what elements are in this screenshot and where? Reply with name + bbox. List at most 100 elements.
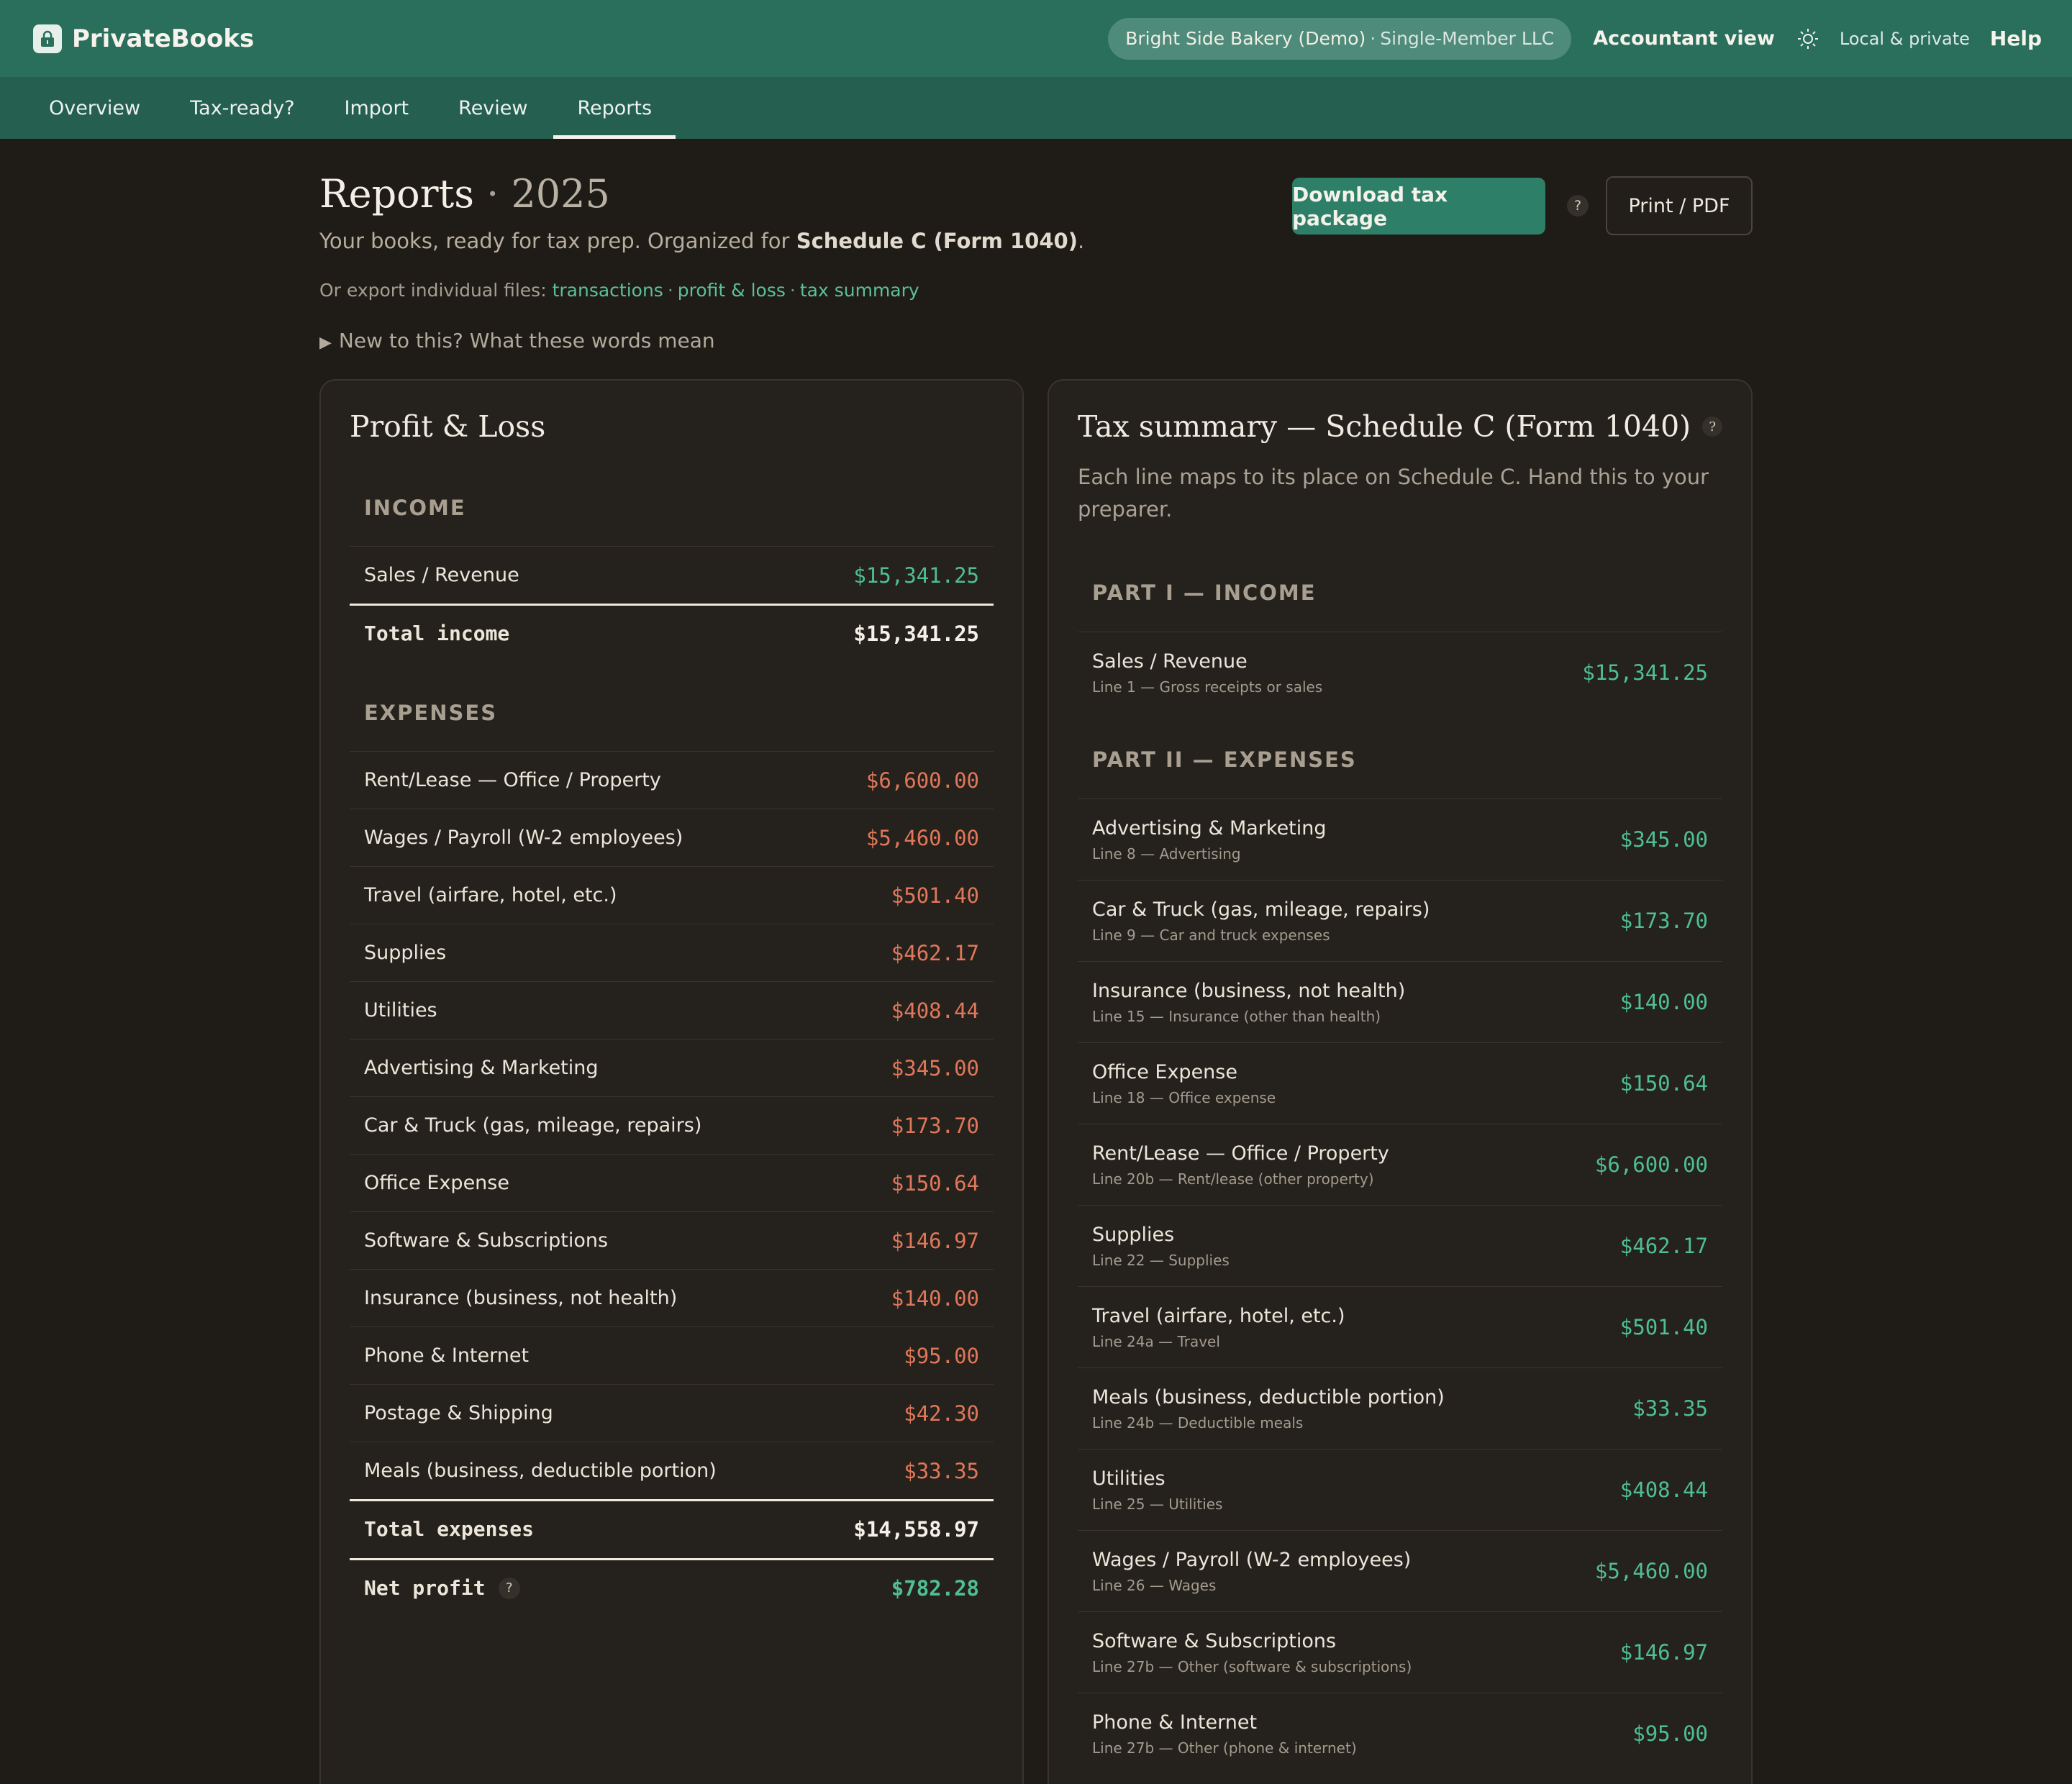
export-tax-summary-link[interactable]: tax summary [800, 280, 919, 301]
part2-label: PART II — EXPENSES [1092, 747, 1357, 772]
glossary-toggle[interactable]: ▶ New to this? What these words mean [319, 329, 715, 352]
tax-line-amount: $6,600.00 [1594, 1152, 1708, 1177]
help-link[interactable]: Help [1990, 27, 2042, 50]
company-name: Bright Side Bakery (Demo) [1125, 28, 1366, 49]
tax-line-row: Car & Truck (gas, mileage, repairs) Line … [1078, 880, 1722, 961]
tax-line-row: Advertising & Marketing Line 8 — Advertis… [1078, 798, 1722, 880]
export-pl-link[interactable]: profit & loss [678, 280, 786, 301]
tax-line-label: Software & Subscriptions [1092, 1629, 1337, 1652]
table-row: Meals (business, deductible portion) $33.… [350, 1442, 994, 1499]
tab-tax-ready[interactable]: Tax-ready? [166, 77, 318, 139]
export-separator: · [667, 280, 673, 301]
tax-line-ref: Line 8 — Advertising [1092, 845, 1241, 863]
net-profit-label-wrap: Net profit ? [364, 1576, 520, 1600]
accountant-view-button[interactable]: Accountant view [1593, 27, 1775, 50]
tax-line-label: Advertising & Marketing [1092, 816, 1327, 839]
tax-line-amount: $173.70 [1619, 909, 1708, 933]
page-title-text: Reports [319, 171, 474, 217]
question-icon[interactable]: ? [1702, 417, 1723, 437]
net-profit-label: Net profit [364, 1576, 486, 1600]
row-amount: $5,460.00 [865, 825, 979, 850]
tax-line-label: Meals (business, deductible portion) [1092, 1385, 1445, 1408]
tax-line-row: Sales / Revenue Line 1 — Gross receipts … [1078, 632, 1722, 713]
tab-overview[interactable]: Overview [25, 77, 164, 139]
tax-line-amount: $150.64 [1619, 1071, 1708, 1096]
export-links: Or export individual files: transactions… [319, 280, 919, 301]
row-amount: $150.64 [891, 1170, 979, 1196]
tax-line-label: Sales / Revenue [1092, 650, 1248, 673]
pl-title: Profit & Loss [350, 409, 546, 444]
tax-line-row: Travel (airfare, hotel, etc.) Line 24a — … [1078, 1286, 1722, 1367]
tax-line-amount: $95.00 [1632, 1721, 1708, 1746]
tax-line-amount: $501.40 [1619, 1315, 1708, 1339]
row-amount: $95.00 [904, 1343, 979, 1368]
row-label: Advertising & Marketing [364, 1057, 599, 1079]
tax-line-ref: Line 24b — Deductible meals [1092, 1414, 1304, 1432]
tax-line-label: Supplies [1092, 1223, 1175, 1246]
row-label: Travel (airfare, hotel, etc.) [364, 884, 617, 906]
tax-line-ref: Line 25 — Utilities [1092, 1495, 1223, 1513]
lock-icon [33, 24, 62, 53]
sun-icon[interactable] [1796, 27, 1819, 50]
tax-line-row: Wages / Payroll (W-2 employees) Line 26 —… [1078, 1530, 1722, 1611]
tax-line-ref: Line 9 — Car and truck expenses [1092, 926, 1330, 944]
brand[interactable]: PrivateBooks [33, 24, 254, 53]
tab-review[interactable]: Review [435, 77, 551, 139]
top-bar: PrivateBooks Bright Side Bakery (Demo) ·… [0, 0, 2072, 77]
tax-line-ref: Line 26 — Wages [1092, 1576, 1217, 1594]
print-pdf-button[interactable]: Print / PDF [1606, 176, 1753, 235]
question-icon[interactable]: ? [1567, 195, 1589, 217]
main-nav: Overview Tax-ready? Import Review Report… [0, 77, 2072, 139]
row-label: Meals (business, deductible portion) [364, 1460, 717, 1482]
entity-type: Single-Member LLC [1380, 28, 1555, 49]
tab-import[interactable]: Import [321, 77, 433, 139]
tax-line-ref: Line 22 — Supplies [1092, 1251, 1230, 1269]
tax-line-amount: $5,460.00 [1594, 1559, 1708, 1583]
title-separator: · [486, 171, 499, 217]
glossary-label: New to this? What these words mean [338, 329, 715, 352]
tab-reports[interactable]: Reports [553, 77, 676, 139]
row-amount: $408.44 [891, 998, 979, 1023]
expenses-section-label: EXPENSES [364, 701, 498, 725]
triangle-right-icon: ▶ [319, 334, 332, 352]
total-income-label: Total income [364, 622, 510, 645]
table-row: Software & Subscriptions $146.97 [350, 1211, 994, 1269]
row-label: Software & Subscriptions [364, 1229, 609, 1252]
tax-line-ref: Line 24a — Travel [1092, 1332, 1220, 1350]
table-row: Office Expense $150.64 [350, 1154, 994, 1211]
tax-line-amount: $345.00 [1619, 827, 1708, 852]
tax-line-row: Meals (business, deductible portion) Line… [1078, 1367, 1722, 1449]
row-label: Supplies [364, 942, 447, 964]
net-profit-row: Net profit ? $782.28 [350, 1558, 994, 1616]
export-transactions-link[interactable]: transactions [553, 280, 663, 301]
tax-line-row: Rent/Lease — Office / Property Line 20b —… [1078, 1124, 1722, 1205]
tax-line-label: Utilities [1092, 1467, 1166, 1490]
row-amount: $140.00 [891, 1285, 979, 1311]
row-label: Office Expense [364, 1172, 509, 1194]
tax-summary-card: Tax summary — Schedule C (Form 1040) ? E… [1048, 379, 1753, 1784]
table-row: Advertising & Marketing $345.00 [350, 1039, 994, 1096]
tax-summary-description: Each line maps to its place on Schedule … [1078, 465, 1709, 522]
tax-line-row: Insurance (business, not health) Line 15 … [1078, 961, 1722, 1042]
page-subtitle: Your books, ready for tax prep. Organize… [319, 229, 1084, 253]
row-amount: $15,341.25 [853, 563, 979, 588]
tax-line-row: Phone & Internet Line 27b — Other (phone … [1078, 1693, 1722, 1774]
tax-line-amount: $462.17 [1619, 1234, 1708, 1258]
table-row: Supplies $462.17 [350, 924, 994, 981]
tax-line-amount: $33.35 [1632, 1396, 1708, 1421]
tax-line-ref: Line 1 — Gross receipts or sales [1092, 678, 1323, 696]
exports-label: Or export individual files: [319, 280, 547, 301]
company-switcher[interactable]: Bright Side Bakery (Demo) · Single-Membe… [1108, 17, 1572, 60]
download-tax-package-button[interactable]: Download tax package [1292, 178, 1545, 235]
row-label: Sales / Revenue [364, 564, 519, 586]
export-separator: · [789, 280, 796, 301]
row-amount: $462.17 [891, 940, 979, 965]
tax-line-label: Rent/Lease — Office / Property [1092, 1142, 1389, 1165]
row-label: Utilities [364, 999, 437, 1021]
row-label: Wages / Payroll (W-2 employees) [364, 827, 683, 849]
table-row: Postage & Shipping $42.30 [350, 1384, 994, 1442]
tax-line-row: Supplies Line 22 — Supplies $462.17 [1078, 1205, 1722, 1286]
tax-line-amount: $408.44 [1619, 1478, 1708, 1502]
question-icon[interactable]: ? [498, 1577, 520, 1599]
tax-line-label: Travel (airfare, hotel, etc.) [1092, 1304, 1345, 1327]
